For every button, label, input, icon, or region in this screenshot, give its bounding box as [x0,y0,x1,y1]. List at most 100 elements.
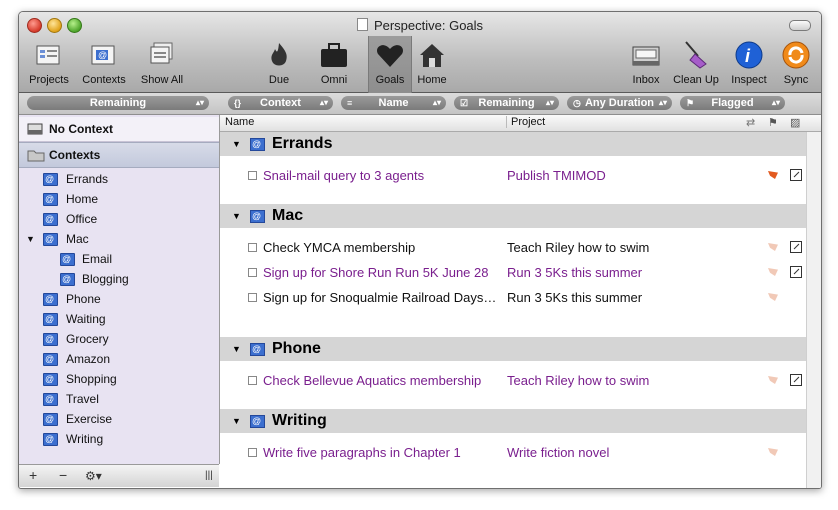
gear-menu-button[interactable]: ⚙▾ [85,469,102,483]
omni-button[interactable]: Omni [313,40,355,86]
flagged-filter-button[interactable]: ⚑ Flagged ▴▾ [680,96,785,110]
toolbar-toggle-button[interactable] [789,20,811,31]
show-all-icon [146,40,178,70]
sort-name-button[interactable]: ≡ Name ▴▾ [341,96,446,110]
sidebar-no-context[interactable]: No Context [19,117,219,142]
group-row-mac[interactable]: ▼Mac [220,204,807,228]
task-row[interactable]: Check YMCA membership Teach Riley how to … [220,235,807,260]
flag-icon[interactable] [768,293,778,301]
note-column-icon[interactable]: ▨ [790,116,800,129]
sidebar-item-waiting[interactable]: Waiting [19,309,219,329]
sidebar-item-travel[interactable]: Travel [19,389,219,409]
group-row-writing[interactable]: ▼Writing [220,409,807,433]
sidebar-item-amazon[interactable]: Amazon [19,349,219,369]
flag-icon[interactable] [768,448,778,456]
column-project[interactable]: Project [506,116,545,128]
context-icon [43,169,58,189]
flag-icon[interactable] [768,268,778,276]
context-waiting-icon [43,309,58,329]
heart-icon [374,40,406,70]
duration-filter-button[interactable]: ◷ Any Duration ▴▾ [567,96,672,110]
inspect-button[interactable]: i Inspect [727,40,771,86]
sidebar-item-writing[interactable]: Writing [19,429,219,449]
inbox-button[interactable]: Inbox [627,40,665,86]
context-icon [43,409,58,429]
flag-icon[interactable] [768,376,778,384]
flag-icon: ⚑ [686,98,695,108]
column-name[interactable]: Name [225,116,254,128]
group-row-phone[interactable]: ▼Phone [220,337,807,361]
sidebar: No Context Contexts Errands Home Office … [19,115,220,464]
task-row[interactable]: Write five paragraphs in Chapter 1 Write … [220,440,807,465]
sidebar-item-email[interactable]: Email [19,249,219,269]
note-icon[interactable] [790,374,802,386]
note-icon[interactable] [790,169,802,181]
vertical-scrollbar[interactable] [806,132,821,488]
column-header: Name Project ⇄ ⚑ ▨ [220,115,821,132]
status-remaining-button[interactable]: ☑ Remaining ▴▾ [454,96,559,110]
sidebar-item-office[interactable]: Office [19,209,219,229]
info-icon: i [733,40,765,70]
updown-arrow-icon: ▴▾ [319,98,328,107]
task-checkbox[interactable] [248,171,257,180]
sidebar-item-blogging[interactable]: Blogging [19,269,219,289]
context-icon [250,204,265,228]
goals-button[interactable]: Goals [368,36,412,96]
show-all-button[interactable]: Show All [135,40,189,86]
group-row-errands[interactable]: ▼Errands [220,132,807,156]
folder-icon [27,150,45,162]
resize-handle[interactable]: ||| [205,470,213,481]
projects-button[interactable]: Projects [25,40,73,86]
sidebar-filter-remaining[interactable]: Remaining ▴▾ [27,96,209,110]
note-icon[interactable] [790,266,802,278]
clean-up-button[interactable]: Clean Up [671,40,721,86]
sidebar-item-phone[interactable]: Phone [19,289,219,309]
home-button[interactable]: Home [413,40,451,86]
task-row[interactable]: Snail-mail query to 3 agents Publish TMIM… [220,163,807,188]
task-checkbox[interactable] [248,376,257,385]
titlebar: Perspective: Goals Projects @ Contexts S… [19,12,821,96]
disclosure-triangle-icon[interactable]: ▼ [26,229,35,249]
context-icon [43,429,58,449]
sidebar-item-grocery[interactable]: Grocery [19,329,219,349]
contexts-button[interactable]: @ Contexts [79,40,129,86]
window-title: Perspective: Goals [19,18,821,33]
task-row[interactable]: Check Bellevue Aquatics membership Teach … [220,368,807,393]
contexts-icon: @ [88,40,120,70]
task-checkbox[interactable] [248,448,257,457]
task-row[interactable]: Sign up for Snoqualmie Railroad Days… Run… [220,285,807,310]
checkbox-icon: ☑ [460,98,469,108]
add-button[interactable]: + [29,467,37,483]
disclosure-triangle-icon[interactable]: ▼ [232,337,241,361]
sync-button[interactable]: Sync [777,40,815,86]
context-icon [43,389,58,409]
grouping-context-button[interactable]: {} Context ▴▾ [228,96,333,110]
note-icon[interactable] [790,241,802,253]
sidebar-item-exercise[interactable]: Exercise [19,409,219,429]
sidebar-item-mac[interactable]: ▼Mac [19,229,219,249]
svg-text:@: @ [98,50,107,60]
app-window: Perspective: Goals Projects @ Contexts S… [18,11,822,489]
disclosure-triangle-icon[interactable]: ▼ [232,409,241,433]
remove-button[interactable]: − [59,467,67,483]
due-button[interactable]: Due [259,40,299,86]
repeat-column-icon[interactable]: ⇄ [746,116,755,129]
updown-arrow-icon: ▴▾ [195,98,204,107]
task-row[interactable]: Sign up for Shore Run Run 5K June 28 Run … [220,260,807,285]
sidebar-item-errands[interactable]: Errands [19,169,219,189]
sidebar-contexts-header[interactable]: Contexts [19,142,219,168]
task-checkbox[interactable] [248,243,257,252]
document-icon [356,18,368,31]
disclosure-triangle-icon[interactable]: ▼ [232,132,241,156]
flag-icon[interactable] [768,171,778,179]
sidebar-item-shopping[interactable]: Shopping [19,369,219,389]
flag-column-icon[interactable]: ⚑ [768,116,778,129]
flag-icon[interactable] [768,243,778,251]
house-icon [416,40,448,70]
task-checkbox[interactable] [248,268,257,277]
sidebar-item-home[interactable]: Home [19,189,219,209]
updown-arrow-icon: ▴▾ [658,98,667,107]
disclosure-triangle-icon[interactable]: ▼ [232,204,241,228]
task-checkbox[interactable] [248,293,257,302]
briefcase-icon [318,40,350,70]
